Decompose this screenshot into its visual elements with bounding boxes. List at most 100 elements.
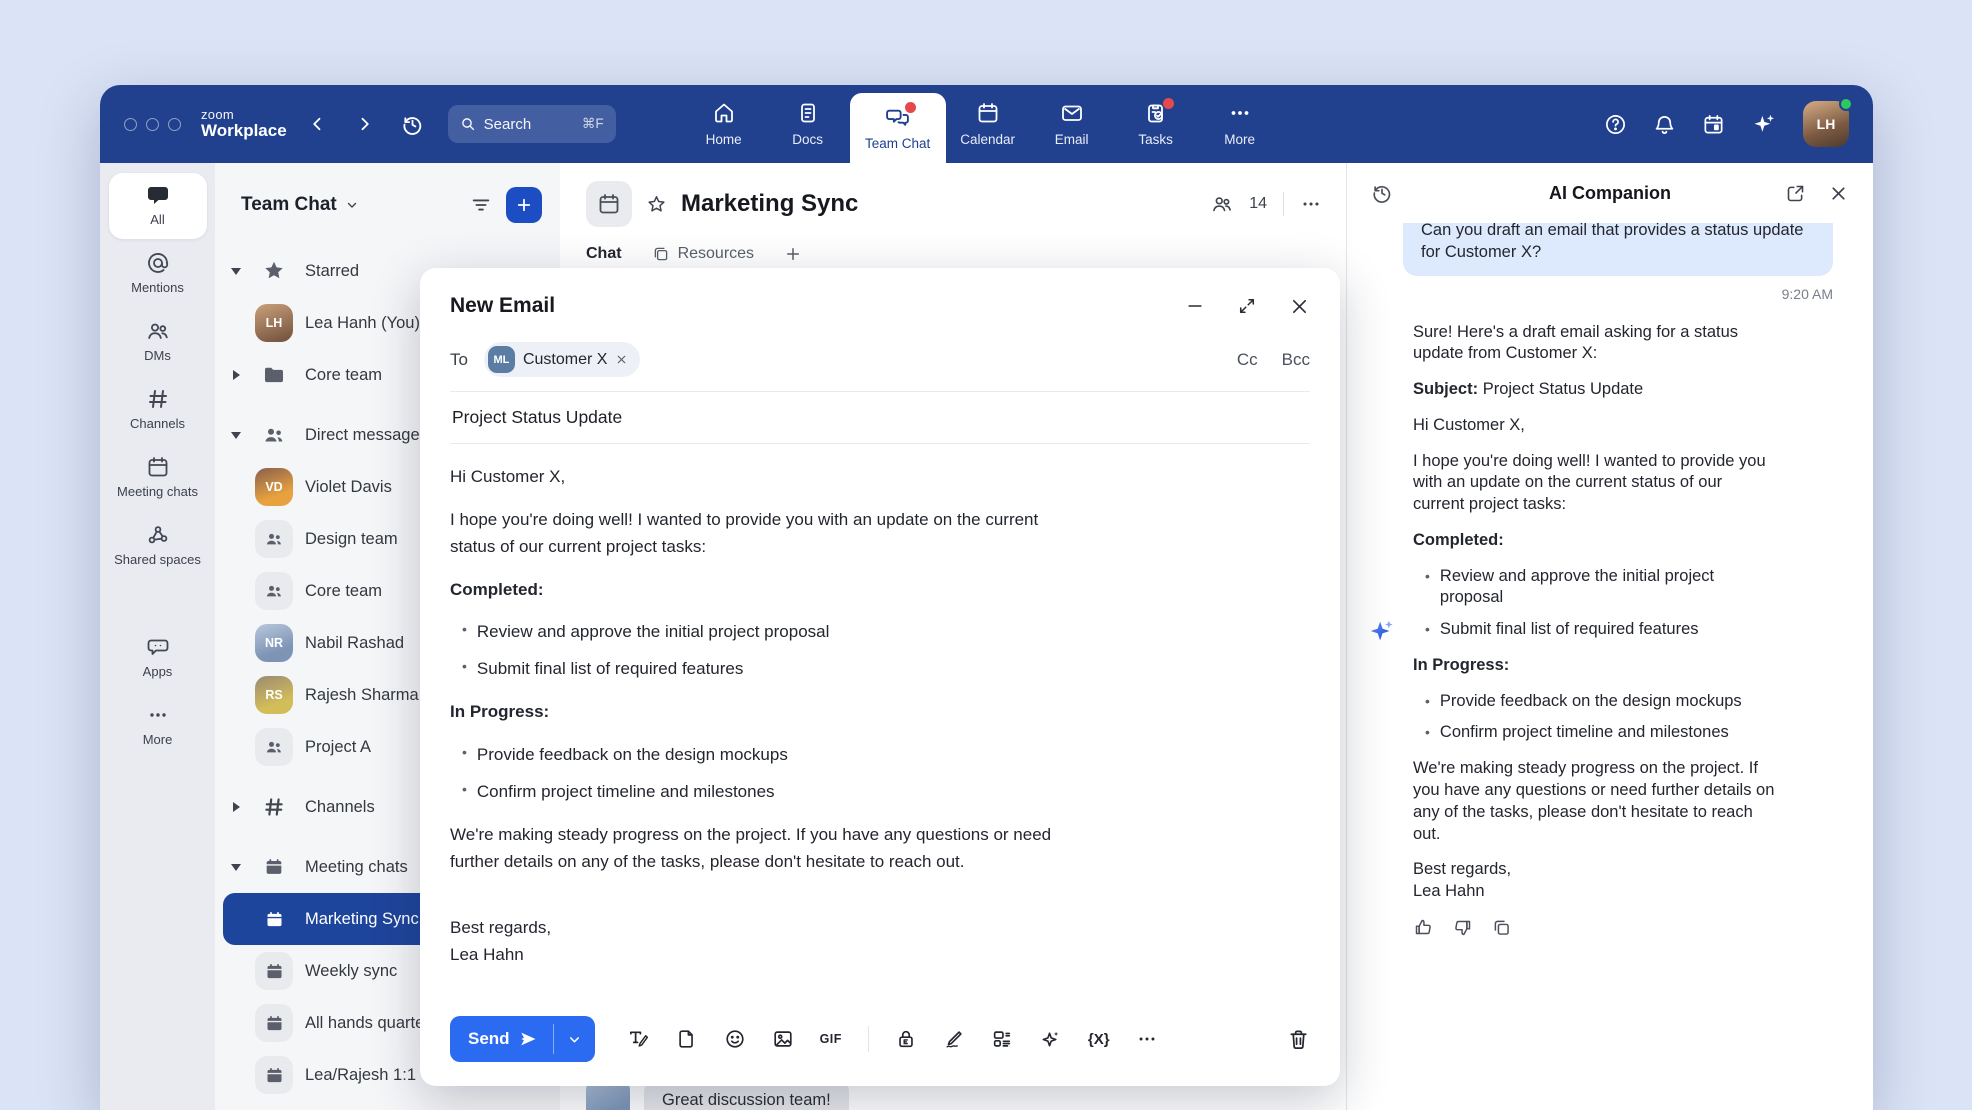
expand-caret-icon[interactable] [229, 802, 243, 812]
send-options-button[interactable] [554, 1016, 595, 1062]
member-count[interactable]: 14 [1249, 195, 1267, 213]
tab-tasks[interactable]: Tasks [1114, 85, 1198, 163]
email-icon [1060, 101, 1084, 125]
thumbs-up-icon[interactable] [1413, 917, 1434, 938]
email-completed-heading: Completed: [450, 577, 1058, 604]
calendar-tile-icon [255, 952, 293, 990]
close-icon[interactable] [1289, 296, 1310, 317]
tab-team-chat[interactable]: Team Chat [850, 93, 946, 163]
ai-inprogress-heading: In Progress: [1413, 655, 1775, 677]
star-outline-icon[interactable] [646, 194, 667, 215]
rail-label-more: More [143, 733, 173, 748]
members-icon[interactable] [1211, 193, 1233, 215]
tab-calendar[interactable]: Calendar [946, 85, 1030, 163]
history-icon[interactable] [401, 113, 424, 136]
email-intro: I hope you're doing well! I wanted to pr… [450, 507, 1058, 561]
notifications-icon[interactable] [1653, 113, 1676, 136]
gif-button[interactable]: GIF [820, 1032, 842, 1046]
ai-history-icon[interactable] [1371, 182, 1393, 204]
new-email-modal: New Email To ML Customer X [420, 268, 1340, 1086]
back-arrow-icon[interactable] [309, 115, 327, 133]
variable-button[interactable]: {X} [1088, 1031, 1110, 1048]
ai-close-icon[interactable] [1828, 183, 1849, 204]
open-in-window-icon[interactable] [1785, 183, 1806, 204]
search-icon [460, 116, 476, 132]
rail-more-icon [146, 703, 170, 727]
prompt-timestamp: 9:20 AM [1367, 286, 1833, 302]
avatar: LH [255, 304, 293, 342]
hash-icon [255, 795, 293, 819]
team-chat-unread-badge [905, 102, 916, 113]
collapse-caret-icon[interactable] [229, 864, 243, 871]
tab-chat[interactable]: Chat [586, 245, 622, 263]
window-controls[interactable] [124, 118, 181, 131]
dms-icon [146, 319, 170, 343]
docs-icon [796, 101, 820, 125]
channels-icon [146, 387, 170, 411]
bcc-button[interactable]: Bcc [1282, 350, 1310, 370]
subject-field[interactable]: Project Status Update [450, 392, 1310, 429]
apps-icon [146, 635, 170, 659]
recipient-chip[interactable]: ML Customer X [484, 342, 640, 377]
tasks-icon [1144, 101, 1168, 125]
rail-item-all[interactable]: All [109, 173, 207, 239]
tab-resources[interactable]: Resources [652, 245, 754, 263]
tab-home[interactable]: Home [682, 85, 766, 163]
tab-docs[interactable]: Docs [766, 85, 850, 163]
ai-companion-icon[interactable] [1751, 111, 1777, 137]
minimize-icon[interactable] [1185, 296, 1205, 317]
search-input[interactable]: Search ⌘F [448, 105, 616, 143]
copy-icon[interactable] [1491, 917, 1512, 938]
rail-item-meeting-chats[interactable]: Meeting chats [109, 445, 207, 511]
help-icon[interactable] [1604, 113, 1627, 136]
ai-compose-icon[interactable] [1039, 1028, 1062, 1051]
discard-draft-icon[interactable] [1287, 1028, 1310, 1051]
cc-button[interactable]: Cc [1237, 350, 1258, 370]
signature-icon[interactable] [943, 1028, 965, 1050]
folder-icon [255, 363, 293, 387]
presence-indicator [1839, 97, 1853, 111]
rail-item-apps[interactable]: Apps [109, 625, 207, 691]
room-calendar-icon [586, 181, 632, 227]
ai-signoff: Best regards,Lea Hahn [1413, 859, 1775, 903]
rail-item-channels[interactable]: Channels [109, 377, 207, 443]
collapse-caret-icon[interactable] [229, 268, 243, 275]
expand-icon[interactable] [1237, 296, 1257, 317]
template-icon[interactable] [991, 1028, 1013, 1050]
expand-caret-icon[interactable] [229, 370, 243, 380]
ai-intro: Sure! Here's a draft email asking for a … [1413, 322, 1775, 366]
calendar-icon [976, 101, 1000, 125]
collapse-caret-icon[interactable] [229, 432, 243, 439]
rail-item-mentions[interactable]: Mentions [109, 241, 207, 307]
thumbs-down-icon[interactable] [1452, 917, 1473, 938]
search-placeholder: Search [484, 116, 532, 133]
text-format-icon[interactable] [627, 1028, 650, 1051]
encrypt-icon[interactable] [895, 1028, 917, 1050]
room-more-icon[interactable] [1300, 193, 1322, 215]
new-chat-button[interactable] [506, 187, 542, 223]
emoji-icon[interactable] [724, 1028, 746, 1050]
email-body-editor[interactable]: Hi Customer X, I hope you're doing well!… [450, 464, 1058, 1006]
add-tab-icon[interactable] [784, 245, 802, 263]
primary-nav: Home Docs Team Chat Calendar [682, 85, 1282, 163]
insert-image-icon[interactable] [772, 1028, 794, 1050]
send-button[interactable]: Send [450, 1016, 553, 1062]
tab-email[interactable]: Email [1030, 85, 1114, 163]
rail-item-shared-spaces[interactable]: Shared spaces [109, 513, 207, 579]
attach-file-icon[interactable] [676, 1028, 698, 1050]
ai-conversation[interactable]: Can you draft an email that provides a s… [1347, 223, 1873, 1110]
user-avatar[interactable]: LH [1803, 101, 1849, 147]
team-chat-icon [885, 105, 910, 129]
remove-recipient-icon[interactable] [615, 353, 628, 366]
rail-item-dms[interactable]: DMs [109, 309, 207, 375]
toolbar-more-icon[interactable] [1136, 1028, 1158, 1050]
tab-more[interactable]: More [1198, 85, 1282, 163]
filter-icon[interactable] [470, 194, 492, 216]
email-bullet: •Provide feedback on the design mockups [462, 742, 1058, 769]
chat-list-title[interactable]: Team Chat [241, 194, 359, 216]
rail-item-more[interactable]: More [109, 693, 207, 759]
forward-arrow-icon[interactable] [355, 115, 373, 133]
ai-response: Sure! Here's a draft email asking for a … [1413, 322, 1775, 938]
schedule-icon[interactable] [1702, 113, 1725, 136]
tab-tasks-label: Tasks [1138, 132, 1173, 147]
